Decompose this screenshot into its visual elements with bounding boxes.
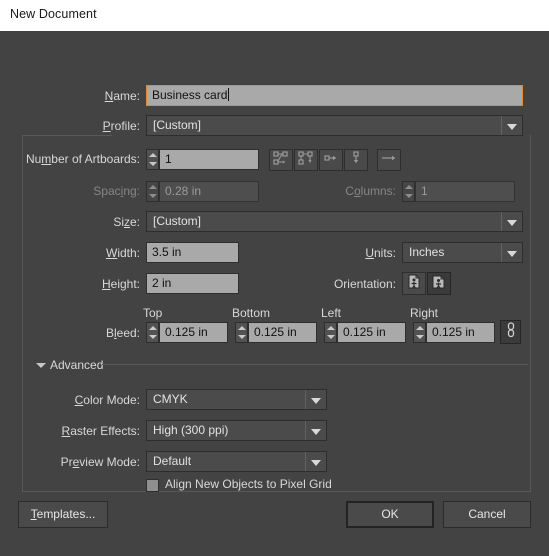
chevron-down-icon[interactable] <box>305 390 326 409</box>
profile-select[interactable]: [Custom] <box>146 115 523 136</box>
align-pixel-grid-label[interactable]: Align New Objects to Pixel Grid <box>165 477 332 491</box>
bleed-right-input[interactable]: 0.125 in <box>426 322 495 343</box>
arrange-right-icon[interactable] <box>319 149 343 171</box>
artboard-flow-arrow-right-icon[interactable] <box>377 149 401 171</box>
cancel-button[interactable]: Cancel <box>443 501 531 528</box>
artboards-stepper[interactable] <box>146 149 159 170</box>
raster-effects-select[interactable]: High (300 ppi) <box>146 420 327 441</box>
chevron-down-icon[interactable] <box>501 243 522 262</box>
columns-stepper[interactable] <box>402 181 415 202</box>
spacing-stepper[interactable] <box>146 181 159 202</box>
preview-mode-label: Preview Mode: <box>60 455 140 469</box>
name-input[interactable]: Business card <box>146 85 523 106</box>
bleed-bottom-input[interactable]: 0.125 in <box>248 322 317 343</box>
grid-by-column-icon[interactable] <box>294 149 318 171</box>
arrange-down-icon[interactable] <box>344 149 368 171</box>
height-input[interactable]: 2 in <box>146 273 239 294</box>
bleed-right-stepper[interactable] <box>413 322 426 343</box>
new-document-dialog: New Document Name: Business card Profile… <box>0 0 549 556</box>
width-input[interactable]: 3.5 in <box>146 242 239 263</box>
chevron-down-icon[interactable] <box>305 452 326 471</box>
bleed-left-stepper[interactable] <box>324 322 337 343</box>
bleed-top-stepper[interactable] <box>146 322 159 343</box>
bleed-left-input[interactable]: 0.125 in <box>337 322 406 343</box>
units-label: Units: <box>365 246 396 260</box>
chevron-down-icon[interactable] <box>501 212 522 231</box>
size-label: Size: <box>113 215 140 229</box>
chain-link-icon[interactable] <box>500 320 521 344</box>
triangle-down-icon[interactable] <box>36 363 46 368</box>
color-mode-select[interactable]: CMYK <box>146 389 327 410</box>
bleed-left-header: Left <box>321 306 342 320</box>
ok-button[interactable]: OK <box>346 501 434 528</box>
raster-effects-label: Raster Effects: <box>61 424 140 438</box>
window-title: New Document <box>10 7 97 21</box>
name-label: Name: <box>104 89 140 103</box>
color-mode-label: Color Mode: <box>74 393 140 407</box>
columns-input[interactable]: 1 <box>415 181 515 202</box>
spacing-input[interactable]: 0.28 in <box>159 181 259 202</box>
advanced-title[interactable]: Advanced <box>50 358 103 372</box>
templates-button[interactable]: Templates... <box>18 501 108 528</box>
group-box-top-left <box>22 135 112 136</box>
page-landscape-icon[interactable] <box>427 272 451 295</box>
artboards-input[interactable]: 1 <box>159 149 259 170</box>
bleed-bottom-stepper[interactable] <box>235 322 248 343</box>
chevron-down-icon[interactable] <box>305 421 326 440</box>
grid-by-row-icon[interactable] <box>269 149 293 171</box>
page-portrait-icon[interactable] <box>402 272 426 295</box>
artboards-label: Number of Artboards: <box>25 152 140 166</box>
bleed-label: Bleed: <box>105 326 140 340</box>
chevron-down-icon[interactable] <box>501 116 522 135</box>
align-pixel-grid-checkbox[interactable] <box>146 479 159 492</box>
columns-label: Columns: <box>345 184 396 198</box>
size-select[interactable]: [Custom] <box>146 211 523 232</box>
title-bar: New Document <box>0 0 549 31</box>
bleed-right-header: Right <box>410 306 439 320</box>
advanced-separator <box>102 364 528 365</box>
spacing-label: Spacing: <box>93 184 140 198</box>
preview-mode-select[interactable]: Default <box>146 451 327 472</box>
orientation-label: Orientation: <box>333 277 396 291</box>
bleed-top-header: Top <box>143 306 163 320</box>
bleed-bottom-header: Bottom <box>232 306 271 320</box>
bleed-top-input[interactable]: 0.125 in <box>159 322 228 343</box>
height-label: Height: <box>101 277 140 291</box>
profile-label: Profile: <box>102 119 140 133</box>
dialog-body: Name: Business card Profile: [Custom] Nu… <box>0 31 549 556</box>
units-select[interactable]: Inches <box>402 242 523 263</box>
width-label: Width: <box>105 246 140 260</box>
